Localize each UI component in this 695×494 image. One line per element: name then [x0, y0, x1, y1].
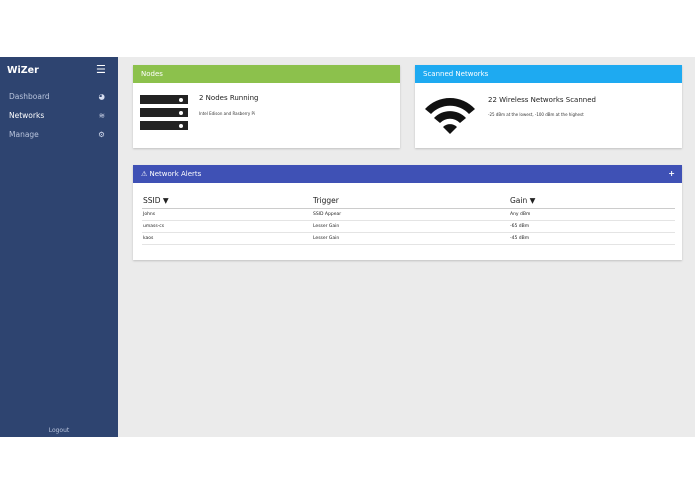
logout-link[interactable]: Logout [0, 427, 118, 434]
wifi-signal-icon [425, 98, 475, 134]
scanned-networks-card: Scanned Networks 22 Wireless Networks Sc… [415, 65, 682, 148]
sidebar: WiZer ☰ Dashboard ◕ Networks ≋ Manage ⚙ … [0, 57, 118, 437]
column-header-gain[interactable]: Gain ▼ [509, 195, 675, 209]
cogs-icon: ⚙ [98, 130, 105, 139]
hamburger-icon[interactable]: ☰ [96, 63, 106, 76]
cell-gain: -45 dBm [509, 232, 675, 245]
sidebar-item-label: Dashboard [9, 92, 50, 101]
app-frame: WiZer ☰ Dashboard ◕ Networks ≋ Manage ⚙ … [0, 57, 695, 437]
nodes-card-title: Nodes [133, 65, 400, 83]
network-alerts-card: ⚠ Network Alerts + SSID ▼ Trigger Gain ▼… [133, 165, 682, 260]
cell-trigger: SSID Appear [312, 208, 509, 221]
table-row[interactable]: Johns SSID Appear Any dBm [142, 208, 675, 221]
warning-icon: ⚠ [141, 170, 148, 178]
alerts-table: SSID ▼ Trigger Gain ▼ Johns SSID Appear … [142, 195, 675, 245]
alerts-card-header: ⚠ Network Alerts + [133, 165, 682, 183]
server-icon [140, 95, 188, 134]
add-alert-button[interactable]: + [668, 165, 675, 183]
nodes-heading: 2 Nodes Running [199, 94, 259, 102]
column-header-ssid[interactable]: SSID ▼ [142, 195, 312, 209]
sidebar-item-label: Manage [9, 130, 39, 139]
sidebar-item-networks[interactable]: Networks ≋ [0, 106, 118, 125]
sidebar-item-dashboard[interactable]: Dashboard ◕ [0, 87, 118, 106]
column-header-trigger: Trigger [312, 195, 509, 209]
cell-ssid: kaos [142, 232, 312, 245]
cell-ssid: umass-cs [142, 220, 312, 233]
brand-logo: WiZer [7, 65, 39, 76]
sidebar-item-label: Networks [9, 111, 45, 120]
alerts-title: Network Alerts [149, 170, 202, 178]
sidebar-item-manage[interactable]: Manage ⚙ [0, 125, 118, 144]
scan-card-title: Scanned Networks [415, 65, 682, 83]
cell-trigger: Lesser Gain [312, 232, 509, 245]
cell-gain: Any dBm [509, 208, 675, 221]
dashboard-icon: ◕ [98, 92, 105, 101]
scan-subtext: -25 dBm at the lowest, -100 dBm at the h… [488, 112, 584, 117]
nodes-subtext: Intel Edison and Rasberry Pi [199, 111, 255, 116]
cell-gain: -65 dBm [509, 220, 675, 233]
cell-trigger: Lesser Gain [312, 220, 509, 233]
nodes-card: Nodes 2 Nodes Running Intel Edison and R… [133, 65, 400, 148]
table-row[interactable]: umass-cs Lesser Gain -65 dBm [142, 220, 675, 233]
table-row[interactable]: kaos Lesser Gain -45 dBm [142, 232, 675, 245]
wifi-icon: ≋ [98, 111, 105, 120]
main-content: Nodes 2 Nodes Running Intel Edison and R… [118, 57, 695, 437]
cell-ssid: Johns [142, 208, 312, 221]
scan-heading: 22 Wireless Networks Scanned [488, 96, 596, 104]
